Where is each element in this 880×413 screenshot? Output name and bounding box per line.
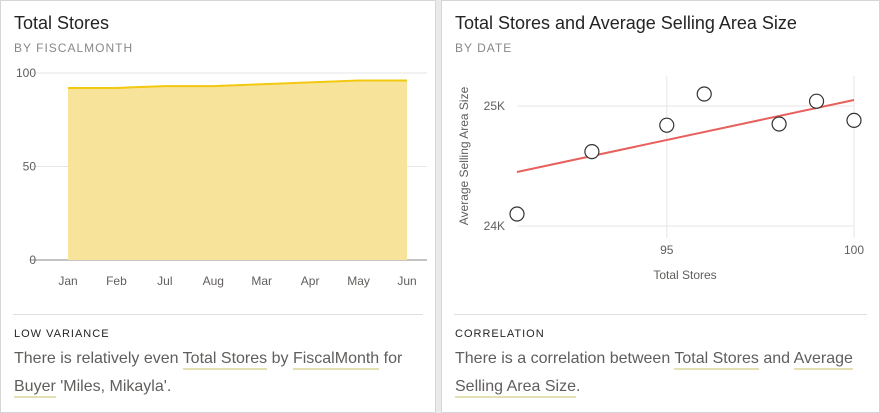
y-tick-label: 24K	[484, 219, 505, 233]
x-tick-label: Feb	[106, 274, 127, 288]
y-tick-label: 50	[23, 160, 37, 174]
x-axis-title: Total Stores	[653, 268, 716, 282]
x-tick-label: Apr	[301, 274, 320, 288]
x-tick-label: 100	[844, 243, 864, 257]
area-chart[interactable]: 0 50 100 Jan Feb Jul Aug Mar Apr May Jun	[1, 1, 437, 301]
insight-text-part: There is relatively even	[14, 350, 183, 367]
divider	[13, 314, 423, 315]
insight-text-part: and	[758, 350, 794, 367]
insight-text-part: .	[575, 378, 581, 395]
insight-text-part: There is a correlation between	[455, 350, 675, 367]
insight-link-fiscalmonth[interactable]: FiscalMonth	[292, 350, 380, 370]
x-tick-label: Jan	[58, 274, 77, 288]
x-tick-label: Aug	[203, 274, 224, 288]
scatter-point	[584, 144, 600, 160]
insight-text: There is a correlation between Total Sto…	[455, 345, 875, 401]
insight-type: CORRELATION	[455, 328, 545, 340]
insight-link-total-stores[interactable]: Total Stores	[182, 350, 268, 370]
x-tick-label: Jun	[397, 274, 416, 288]
y-tick-label: 0	[29, 253, 36, 267]
insight-type: LOW VARIANCE	[14, 328, 110, 340]
scatter-chart[interactable]: 95 100 24K 25K Total Stores Average Selling A…	[442, 1, 880, 301]
y-tick-label: 100	[16, 66, 36, 80]
insight-text: There is relatively even Total Stores by…	[14, 345, 434, 401]
divider	[454, 314, 867, 315]
y-axis-title: Average Selling Area Size	[457, 86, 471, 225]
scatter-point	[509, 206, 525, 222]
x-tick-label: 95	[660, 243, 674, 257]
trend-line	[516, 99, 855, 173]
card-total-stores[interactable]: Total Stores BY FISCALMONTH 0 50 100 Jan Feb…	[0, 0, 436, 413]
scatter-point	[846, 112, 862, 129]
x-tick-label: May	[347, 274, 370, 288]
area-fill	[68, 80, 407, 260]
insight-text-part: for	[379, 350, 403, 367]
insight-text-part: by	[267, 350, 293, 367]
scatter-point	[771, 116, 787, 132]
x-tick-label: Jul	[157, 274, 172, 288]
scatter-point	[808, 93, 825, 109]
y-tick-label: 25K	[484, 99, 505, 113]
x-tick-label: Mar	[251, 274, 272, 288]
card-stores-vs-selling-area[interactable]: Total Stores and Average Selling Area Si…	[441, 0, 880, 413]
insight-text-part: 'Miles, Mikayla'.	[55, 378, 172, 395]
scatter-point	[659, 117, 675, 133]
insight-link-total-stores[interactable]: Total Stores	[674, 350, 759, 370]
scatter-point	[696, 86, 712, 102]
insight-link-buyer[interactable]: Buyer	[14, 378, 56, 398]
